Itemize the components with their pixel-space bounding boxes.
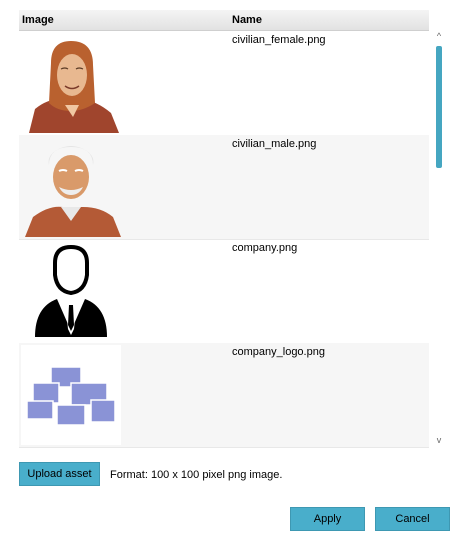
table-row[interactable]: company.png <box>19 239 429 344</box>
asset-table: Image Name civilian_female.png civilian_… <box>19 10 429 448</box>
file-name: company.png <box>232 242 298 254</box>
stacked-rectangles-logo <box>21 345 121 445</box>
file-name: civilian_male.png <box>232 138 317 150</box>
apply-button[interactable]: Apply <box>290 507 365 531</box>
column-header-image[interactable]: Image <box>22 14 54 26</box>
chevron-down-icon[interactable]: v <box>432 434 446 446</box>
cancel-button[interactable]: Cancel <box>375 507 450 531</box>
format-hint: Format: 100 x 100 pixel png image. <box>110 469 283 481</box>
table-row[interactable]: civilian_male.png <box>19 135 429 240</box>
woman-with-headscarf-portrait <box>21 33 121 133</box>
businessman-silhouette-icon <box>21 241 121 341</box>
table-header: Image Name <box>19 10 429 31</box>
old-man-portrait <box>21 137 121 237</box>
scrollbar-thumb[interactable] <box>436 46 442 168</box>
file-name: company_logo.png <box>232 346 325 358</box>
chevron-up-icon[interactable]: ^ <box>432 30 446 42</box>
column-header-name[interactable]: Name <box>232 14 262 26</box>
vertical-scrollbar[interactable]: ^ v <box>432 30 446 446</box>
table-row[interactable]: civilian_female.png <box>19 31 429 136</box>
table-row[interactable]: company_logo.png <box>19 343 429 448</box>
file-name: civilian_female.png <box>232 34 326 46</box>
upload-asset-button[interactable]: Upload asset <box>19 462 100 486</box>
